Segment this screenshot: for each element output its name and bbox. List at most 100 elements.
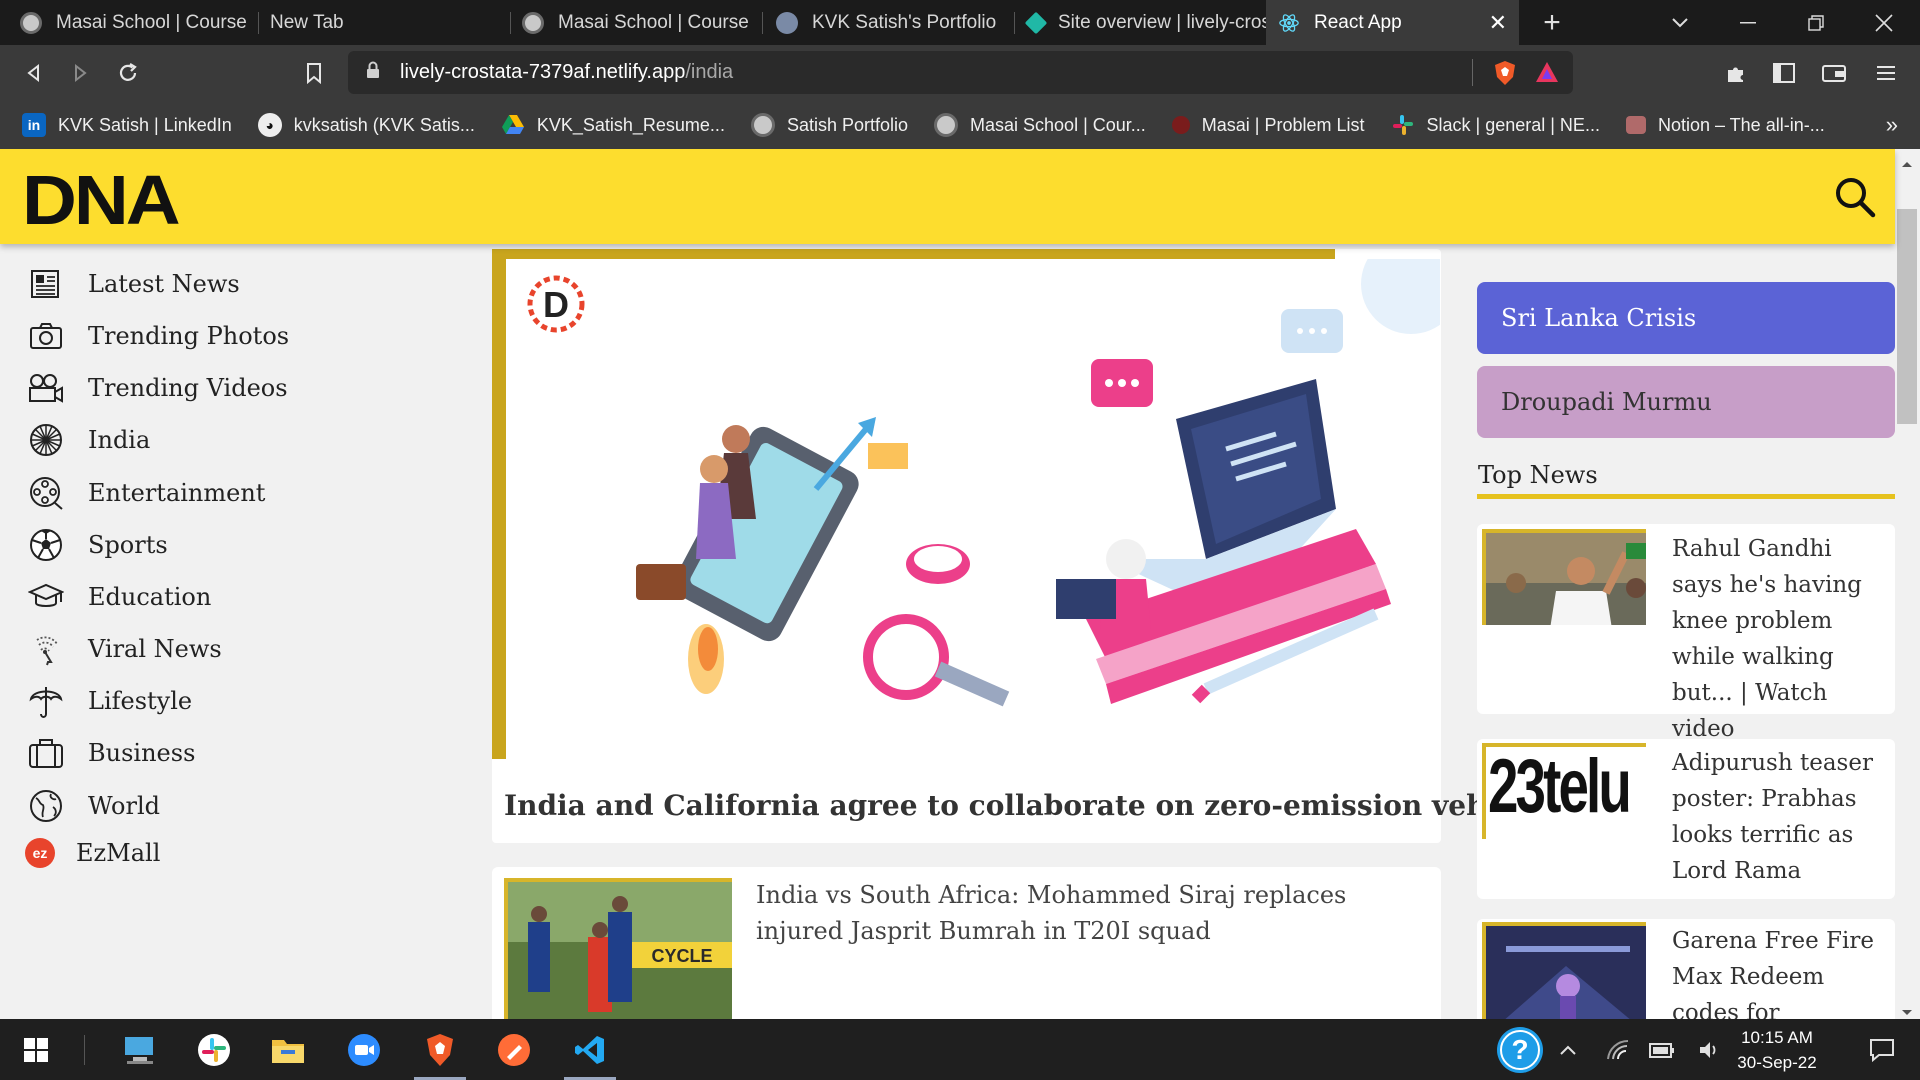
bookmark-label: Satish Portfolio — [786, 114, 909, 135]
bookmark-label: KVK_Satish_Resume... — [536, 114, 725, 135]
zoom-icon[interactable] — [328, 1019, 400, 1080]
slack-app-icon[interactable] — [178, 1019, 250, 1080]
menu-icon[interactable] — [1866, 45, 1906, 101]
top-news-title[interactable]: Rahul Gandhi says he's having knee probl… — [1672, 531, 1887, 747]
back-button[interactable] — [14, 45, 54, 101]
new-tab-button[interactable]: + — [1530, 0, 1574, 45]
top-news-thumbnail[interactable]: 23telu — [1482, 743, 1646, 839]
sidebar-item-trending-photos[interactable]: Trending Photos — [28, 316, 289, 356]
top-news-underline — [1477, 494, 1895, 499]
bookmark-item[interactable]: Slack | general | NE... — [1391, 113, 1600, 137]
forward-button[interactable] — [60, 45, 100, 101]
battery-icon[interactable] — [1642, 1019, 1682, 1080]
globe-icon — [28, 788, 64, 824]
bookmark-item[interactable]: Satish Portfolio — [750, 113, 909, 137]
top-news-title[interactable]: Garena Free Fire Max Redeem codes for — [1672, 923, 1887, 1019]
help-icon[interactable]: ? — [1484, 1019, 1556, 1080]
svg-text:?: ? — [1511, 1034, 1528, 1065]
react-icon — [1278, 12, 1300, 34]
site-header: DNA — [0, 149, 1895, 244]
wallet-icon[interactable] — [1814, 45, 1854, 101]
notifications-icon[interactable] — [1852, 1019, 1912, 1080]
bookmark-item[interactable]: ◕ kvksatish (KVK Satis... — [257, 113, 475, 137]
ezmall-icon: ez — [22, 835, 58, 871]
sidebar-item-label: India — [88, 426, 151, 454]
scroll-up-arrow-icon[interactable] — [1901, 155, 1913, 173]
postman-icon[interactable] — [478, 1019, 550, 1080]
sidebar-item-entertainment[interactable]: Entertainment — [28, 473, 265, 513]
file-explorer-icon[interactable] — [252, 1019, 324, 1080]
page-viewport: Latest News Trending Photos Trending Vid… — [0, 149, 1920, 1019]
wifi-icon[interactable] — [1598, 1019, 1638, 1080]
address-bar[interactable]: lively-crostata-7379af.netlify.app/india — [348, 51, 1573, 94]
more-bookmarks-button[interactable]: » — [1886, 112, 1898, 138]
top-news-thumbnail[interactable] — [1482, 529, 1646, 625]
scroll-down-arrow-icon[interactable] — [1901, 1004, 1913, 1019]
sidebar-item-india[interactable]: India — [28, 420, 150, 460]
tab-title: KVK Satish's Portfolio — [812, 11, 997, 33]
browser-tab[interactable]: Site overview | lively-cros — [1016, 0, 1266, 45]
bookmark-item[interactable]: in KVK Satish | LinkedIn — [22, 113, 232, 137]
bookmark-item[interactable]: KVK_Satish_Resume... — [501, 113, 725, 137]
taskbar-clock[interactable]: 10:15 AM 30-Sep-22 — [1712, 1025, 1842, 1075]
story-title[interactable]: India vs South Africa: Mohammed Siraj re… — [756, 877, 1416, 949]
sidebar-item-latest-news[interactable]: Latest News — [28, 264, 240, 304]
browser-tab[interactable]: KVK Satish's Portfolio — [764, 0, 1014, 45]
extensions-icon[interactable] — [1716, 45, 1756, 101]
bookmark-label: Slack | general | NE... — [1426, 114, 1600, 135]
sidebar-item-world[interactable]: World — [28, 786, 160, 826]
bookmark-item[interactable]: Masai | Problem List — [1171, 115, 1365, 136]
tab-separator — [1014, 12, 1015, 34]
svg-text:CYCLE: CYCLE — [651, 946, 712, 966]
sidebar-item-business[interactable]: Business — [28, 733, 195, 773]
search-icon[interactable] — [1833, 175, 1877, 219]
sidebar-item-sports[interactable]: Sports — [28, 525, 168, 565]
browser-tab[interactable]: New Tab — [250, 0, 500, 45]
close-window-button[interactable] — [1862, 0, 1906, 45]
sidebar-item-education[interactable]: Education — [28, 577, 211, 617]
sidebar-toggle-icon[interactable] — [1764, 45, 1804, 101]
football-icon — [28, 527, 64, 563]
sidebar-item-lifestyle[interactable]: Lifestyle — [28, 681, 192, 721]
windows-taskbar: ? 10:15 AM 30-Sep-22 — [0, 1019, 1920, 1080]
dna-d-logo: D — [527, 275, 585, 333]
browser-tab-bar: Masai School | Course New Tab Masai Scho… — [0, 0, 1920, 45]
brave-browser-icon[interactable] — [404, 1019, 476, 1080]
reload-button[interactable] — [108, 45, 148, 101]
restore-button[interactable] — [1794, 0, 1838, 45]
minimize-button[interactable] — [1726, 0, 1770, 45]
close-tab-icon[interactable]: ✕ — [1489, 10, 1507, 36]
hero-image[interactable]: D — [506, 259, 1440, 788]
topic-chip-sri-lanka-crisis[interactable]: Sri Lanka Crisis — [1477, 282, 1895, 354]
github-icon: ◕ — [257, 113, 282, 137]
bookmark-item[interactable]: Masai School | Cour... — [934, 113, 1146, 137]
tab-separator — [762, 12, 763, 34]
browser-tab[interactable]: Masai School | Course — [0, 0, 258, 45]
google-drive-icon — [501, 113, 525, 137]
vscode-icon[interactable] — [554, 1019, 626, 1080]
top-news-thumbnail[interactable] — [1482, 922, 1646, 1019]
story-thumbnail[interactable]: CYCLE — [504, 878, 732, 1019]
sidebar-item-viral-news[interactable]: Viral News — [28, 629, 222, 669]
hero-story-title[interactable]: India and California agree to collaborat… — [504, 789, 1558, 822]
scroll-thumb[interactable] — [1897, 209, 1917, 424]
tab-title: Masai School | Course — [56, 11, 247, 33]
top-news-title[interactable]: Adipurush teaser poster: Prabhas looks t… — [1672, 745, 1887, 889]
slack-icon — [1391, 113, 1415, 137]
browser-tab[interactable]: Masai School | Course — [510, 0, 760, 45]
show-hidden-icons-button[interactable] — [1550, 1019, 1586, 1080]
lock-icon[interactable] — [366, 61, 380, 84]
tab-search-chevron-icon[interactable] — [1660, 0, 1700, 45]
start-button[interactable] — [0, 1019, 72, 1080]
bookmark-button[interactable] — [294, 45, 334, 101]
browser-tab-active[interactable]: React App ✕ — [1266, 0, 1519, 45]
this-pc-icon[interactable] — [104, 1019, 176, 1080]
topic-chip-droupadi-murmu[interactable]: Droupadi Murmu — [1477, 366, 1895, 438]
site-logo[interactable]: DNA — [22, 166, 181, 236]
bookmark-item[interactable]: Notion – The all-in-... — [1625, 115, 1825, 136]
brave-rewards-icon[interactable] — [1535, 61, 1559, 88]
brave-shield-icon[interactable] — [1493, 60, 1517, 91]
taskbar-divider — [84, 1035, 85, 1065]
sidebar-item-trending-videos[interactable]: Trending Videos — [28, 368, 288, 408]
sidebar-item-ezmall[interactable]: ez EzMall — [22, 833, 160, 873]
